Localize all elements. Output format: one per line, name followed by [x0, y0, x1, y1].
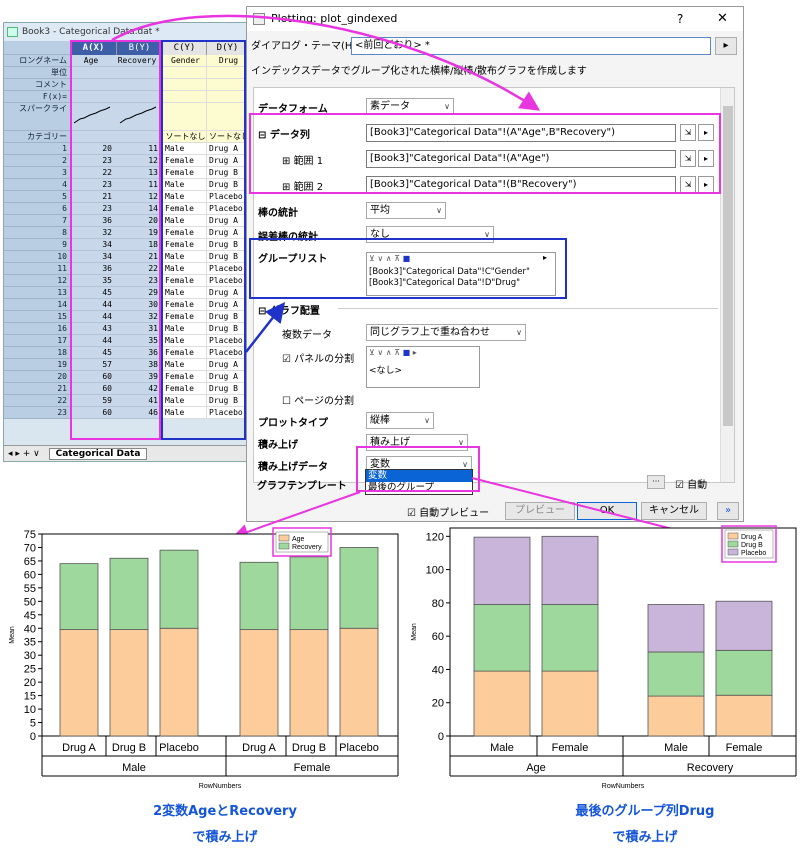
group-label: Female: [294, 762, 331, 774]
bar-segment: [339, 547, 379, 629]
bar-segment: [541, 604, 599, 672]
caption-left-line1: 2変数AgeとRecovery: [153, 804, 297, 819]
y-tick-label: 65: [24, 556, 36, 568]
y-tick-label: 0: [30, 731, 36, 743]
y-tick-label: 40: [24, 623, 36, 635]
legend-label: Placebo: [741, 550, 766, 557]
y-tick-label: 35: [24, 637, 36, 649]
group-label: Age: [526, 762, 546, 774]
bar-segment: [473, 536, 531, 605]
y-tick-label: 50: [24, 596, 36, 608]
y-tick-label: 60: [432, 631, 444, 643]
legend-swatch: [278, 542, 290, 550]
y-tick-label: 100: [426, 565, 444, 577]
bar-segment: [109, 629, 149, 737]
bar-segment: [541, 670, 599, 737]
legend-label: Recovery: [292, 544, 322, 551]
chart-left: 05 1015 2025 3035 4045 5055 6065 7075 Drug A Drug…: [9, 527, 399, 790]
arrow-to-data-columns: [111, 14, 541, 111]
bar-segment: [473, 604, 531, 672]
category-label: Male: [490, 742, 514, 754]
bar-segment: [289, 556, 329, 631]
arrow-to-group-list: [245, 302, 286, 353]
y-tick-label: 60: [24, 569, 36, 581]
y-tick-label: 40: [432, 664, 444, 676]
category-label: Placebo: [339, 742, 379, 754]
category-label: Male: [664, 742, 688, 754]
y-tick-label: 20: [432, 698, 444, 710]
legend-swatch: [727, 532, 739, 540]
category-label: Drug B: [292, 742, 326, 754]
y-tick-label: 10: [24, 704, 36, 716]
caption-right-line1: 最後のグループ列Drug: [575, 804, 715, 819]
bar-segment: [239, 629, 279, 737]
y-tick-label: 80: [432, 598, 444, 610]
y-tick-label: 15: [24, 691, 36, 703]
category-label: Placebo: [159, 742, 199, 754]
bar-segment: [647, 695, 705, 737]
bar-segment: [715, 600, 773, 651]
caption-right-line2: で積み上げ: [612, 830, 678, 845]
chart-right: 0 20 40 60 80 100 120 Male Female Male Female Age Re…: [411, 525, 797, 790]
y-tick-label: 120: [426, 531, 444, 543]
y-axis-title: Mean: [411, 623, 418, 641]
category-label: Female: [726, 742, 763, 754]
legend-swatch: [278, 534, 290, 542]
bar-segment: [715, 649, 773, 696]
group-label: Recovery: [687, 762, 734, 774]
y-tick-label: 75: [24, 529, 36, 541]
bar-segment: [59, 563, 99, 631]
bar-segment: [541, 535, 599, 605]
y-tick-label: 55: [24, 583, 36, 595]
x-axis-title: RowNumbers: [602, 783, 645, 790]
y-tick-label: 20: [24, 677, 36, 689]
bar-segment: [647, 604, 705, 653]
caption-left-line2: で積み上げ: [192, 830, 258, 845]
category-label: Female: [552, 742, 589, 754]
bar-segment: [239, 561, 279, 631]
x-axis-title: RowNumbers: [199, 783, 242, 790]
category-label: Drug B: [112, 742, 146, 754]
category-label: Drug A: [242, 742, 276, 754]
legend-label: Drug B: [741, 542, 763, 549]
group-label: Male: [122, 762, 146, 774]
bar-segment: [109, 557, 149, 631]
bar-segment: [159, 549, 199, 629]
bar-segment: [647, 651, 705, 697]
bar-segment: [473, 670, 531, 737]
y-tick-label: 45: [24, 610, 36, 622]
legend-label: Age: [292, 536, 305, 543]
bar-segment: [715, 694, 773, 737]
y-axis-title: Mean: [9, 626, 16, 644]
legend-swatch: [727, 548, 739, 556]
y-tick-label: 0: [438, 731, 444, 743]
y-tick-label: 30: [24, 650, 36, 662]
y-tick-label: 70: [24, 542, 36, 554]
y-tick-label: 25: [24, 664, 36, 676]
legend-label: Drug A: [741, 534, 763, 541]
legend-swatch: [727, 540, 739, 548]
bar-segment: [289, 629, 329, 737]
y-tick-label: 5: [30, 718, 36, 730]
bar-segment: [159, 627, 199, 737]
bar-segment: [339, 627, 379, 737]
bar-segment: [59, 629, 99, 737]
category-label: Drug A: [62, 742, 96, 754]
